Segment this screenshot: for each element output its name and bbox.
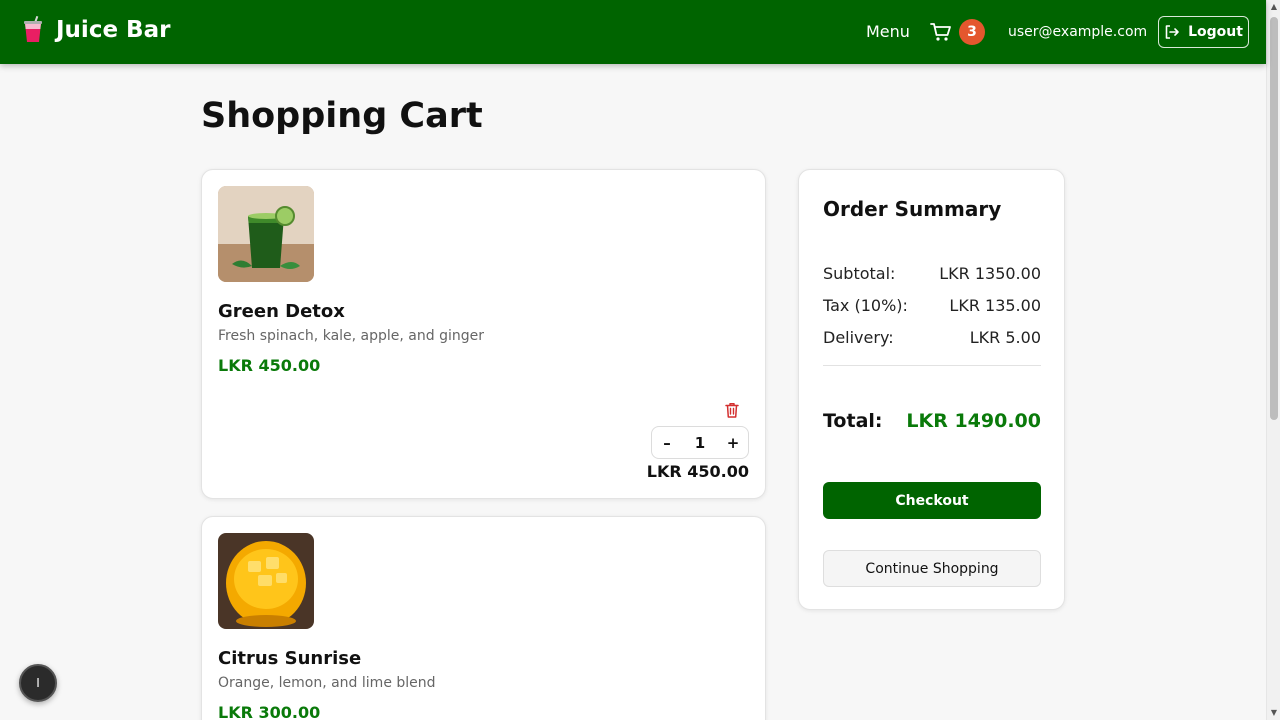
cart-item-card: Green Detox Fresh spinach, kale, apple, … (201, 169, 766, 499)
juice-cup-icon (24, 16, 42, 42)
cart-item-card: Citrus Sunrise Orange, lemon, and lime b… (201, 516, 766, 720)
nav-menu-link[interactable]: Menu (866, 22, 910, 41)
subtotal-row: Subtotal: LKR 1350.00 (823, 264, 1041, 283)
brand-link[interactable]: Juice Bar (22, 16, 170, 44)
logout-button[interactable]: Logout (1158, 16, 1249, 48)
cart-icon (930, 23, 951, 41)
total-row: Total: LKR 1490.00 (823, 410, 1041, 432)
delivery-label: Delivery: (823, 328, 894, 347)
item-price: LKR 300.00 (218, 703, 321, 720)
scrollbar-thumb[interactable] (1270, 17, 1278, 420)
order-summary-card: Order Summary Subtotal: LKR 1350.00 Tax … (798, 169, 1065, 610)
subtotal-value: LKR 1350.00 (939, 264, 1041, 283)
order-summary-title: Order Summary (823, 197, 1002, 221)
nav-cart-link[interactable]: 3 (930, 19, 986, 47)
scroll-down-arrow-icon[interactable]: ▼ (1267, 706, 1280, 720)
delivery-value: LKR 5.00 (969, 328, 1041, 347)
scroll-up-arrow-icon[interactable]: ▲ (1267, 0, 1280, 14)
navbar: Juice Bar Menu 3 user@example.com Logout (0, 0, 1266, 64)
continue-shopping-button[interactable]: Continue Shopping (823, 550, 1041, 587)
quantity-value: 1 (694, 433, 706, 452)
tax-value: LKR 135.00 (949, 296, 1041, 315)
subtotal-label: Subtotal: (823, 264, 896, 283)
decrease-qty-button[interactable]: – (658, 434, 676, 452)
orange-juice-glass-icon (218, 533, 314, 629)
tax-row: Tax (10%): LKR 135.00 (823, 296, 1041, 315)
tax-label: Tax (10%): (823, 296, 908, 315)
total-value: LKR 1490.00 (906, 410, 1041, 432)
cart-count-badge: 3 (959, 19, 985, 45)
logout-label: Logout (1188, 24, 1243, 40)
quantity-stepper: – 1 + (651, 426, 749, 459)
page-title: Shopping Cart (201, 96, 483, 136)
item-price: LKR 450.00 (218, 356, 321, 375)
item-name: Citrus Sunrise (218, 648, 362, 669)
green-juice-glass-icon (218, 186, 314, 282)
product-image (218, 186, 314, 282)
total-label: Total: (823, 410, 883, 432)
trash-icon[interactable] (723, 401, 741, 419)
item-description: Orange, lemon, and lime blend (218, 675, 436, 691)
page-scrollbar[interactable]: ▲ ▼ (1266, 0, 1280, 720)
increase-qty-button[interactable]: + (724, 434, 742, 452)
floating-action-button[interactable]: I (19, 664, 57, 702)
summary-divider (823, 365, 1041, 366)
brand-name: Juice Bar (56, 17, 171, 43)
checkout-button[interactable]: Checkout (823, 482, 1041, 519)
item-line-total: LKR 450.00 (646, 462, 749, 481)
item-name: Green Detox (218, 301, 345, 322)
logout-icon (1165, 25, 1179, 39)
delivery-row: Delivery: LKR 5.00 (823, 328, 1041, 347)
item-description: Fresh spinach, kale, apple, and ginger (218, 328, 484, 344)
user-email: user@example.com (1008, 24, 1148, 40)
product-image (218, 533, 314, 629)
